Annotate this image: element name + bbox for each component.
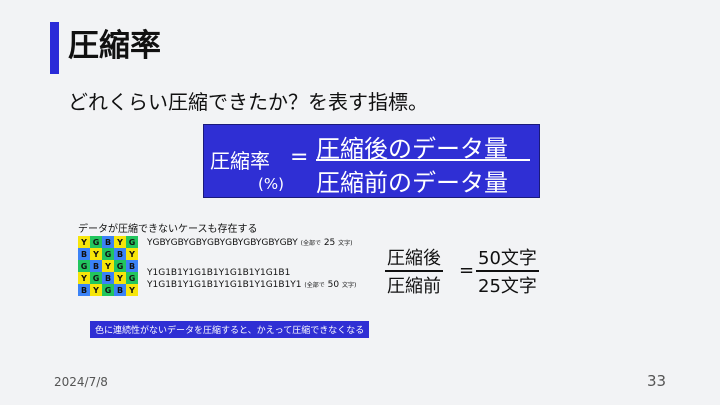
grid-cell: G [78,260,90,272]
encoded-string-line-1: Y1G1B1Y1G1B1Y1G1B1Y1G1B1 [147,268,291,278]
title-accent-bar [50,22,59,74]
ratio-left-fraction: 圧縮後 圧縮前 [385,244,443,298]
raw-note: (全部で [300,240,321,247]
formula-left: 圧縮率 [210,149,270,173]
example-title: データが圧縮できないケースも存在する [78,224,258,235]
grid-cell: Y [78,272,90,284]
grid-cell: Y [78,236,90,248]
raw-string: YGBYGBYGBYGBYGBYGBYGBYGBY [147,238,298,248]
page-number: 33 [647,372,667,390]
grid-cell: Y [90,284,102,296]
ratio-right-numerator: 50文字 [478,248,537,269]
formula-fraction-line [316,159,530,161]
ratio-right-denominator: 25文字 [478,276,537,297]
grid-cell: B [90,260,102,272]
grid-cell: Y [126,284,138,296]
grid-cell: Y [126,248,138,260]
encoded-note: (全部で [304,282,325,289]
formula-box: 圧縮率 (%) = 圧縮後のデータ量 圧縮前のデータ量 [203,124,540,198]
grid-cell: B [102,236,114,248]
grid-cell: G [90,236,102,248]
ratio-right-fraction: 50文字 25文字 [476,244,539,298]
grid-cell: Y [90,248,102,260]
encoded-string-line-2-wrapper: Y1G1B1Y1G1B1Y1G1B1Y1G1B1Y1 (全部で 50 文字) [147,280,356,290]
formula-denominator: 圧縮前のデータ量 [316,169,508,197]
grid-cell: Y [114,236,126,248]
grid-cell: Y [114,272,126,284]
formula-left-unit: (%) [258,175,284,193]
grid-cell: G [126,272,138,284]
slide-subtitle: どれくらい圧縮できたか？を表す指標。 [68,90,428,114]
grid-cell: B [114,284,126,296]
slide-date: 2024/7/8 [54,375,108,389]
grid-cell: G [126,236,138,248]
slide-title: 圧縮率 [68,28,161,64]
encoded-string-line-2: Y1G1B1Y1G1B1Y1G1B1Y1G1B1Y1 [147,280,302,290]
grid-cell: G [90,272,102,284]
encoded-count: 50 [327,280,340,290]
grid-cell: G [114,260,126,272]
grid-cell: B [102,272,114,284]
grid-cell: B [114,248,126,260]
grid-cell: B [126,260,138,272]
ratio-left-denominator: 圧縮前 [387,276,441,297]
grid-cell: Y [102,260,114,272]
grid-cell: B [78,284,90,296]
raw-count: 25 [323,238,336,248]
color-grid: YGBYGBYGBYGBYGBYGBYGBYGBY [78,236,138,296]
grid-cell: G [102,284,114,296]
ratio-left-numerator: 圧縮後 [387,248,441,269]
ratio-equals: = [459,260,475,281]
raw-unit: 文字) [338,240,353,247]
raw-string-line: YGBYGBYGBYGBYGBYGBYGBYGBY (全部で 25 文字) [147,238,353,248]
formula-equals: = [290,145,309,170]
encoded-unit: 文字) [341,282,357,289]
example-note-badge: 色に連続性がないデータを圧縮すると、かえって圧縮できなくなる [90,321,370,338]
grid-cell: B [78,248,90,260]
grid-cell: G [102,248,114,260]
